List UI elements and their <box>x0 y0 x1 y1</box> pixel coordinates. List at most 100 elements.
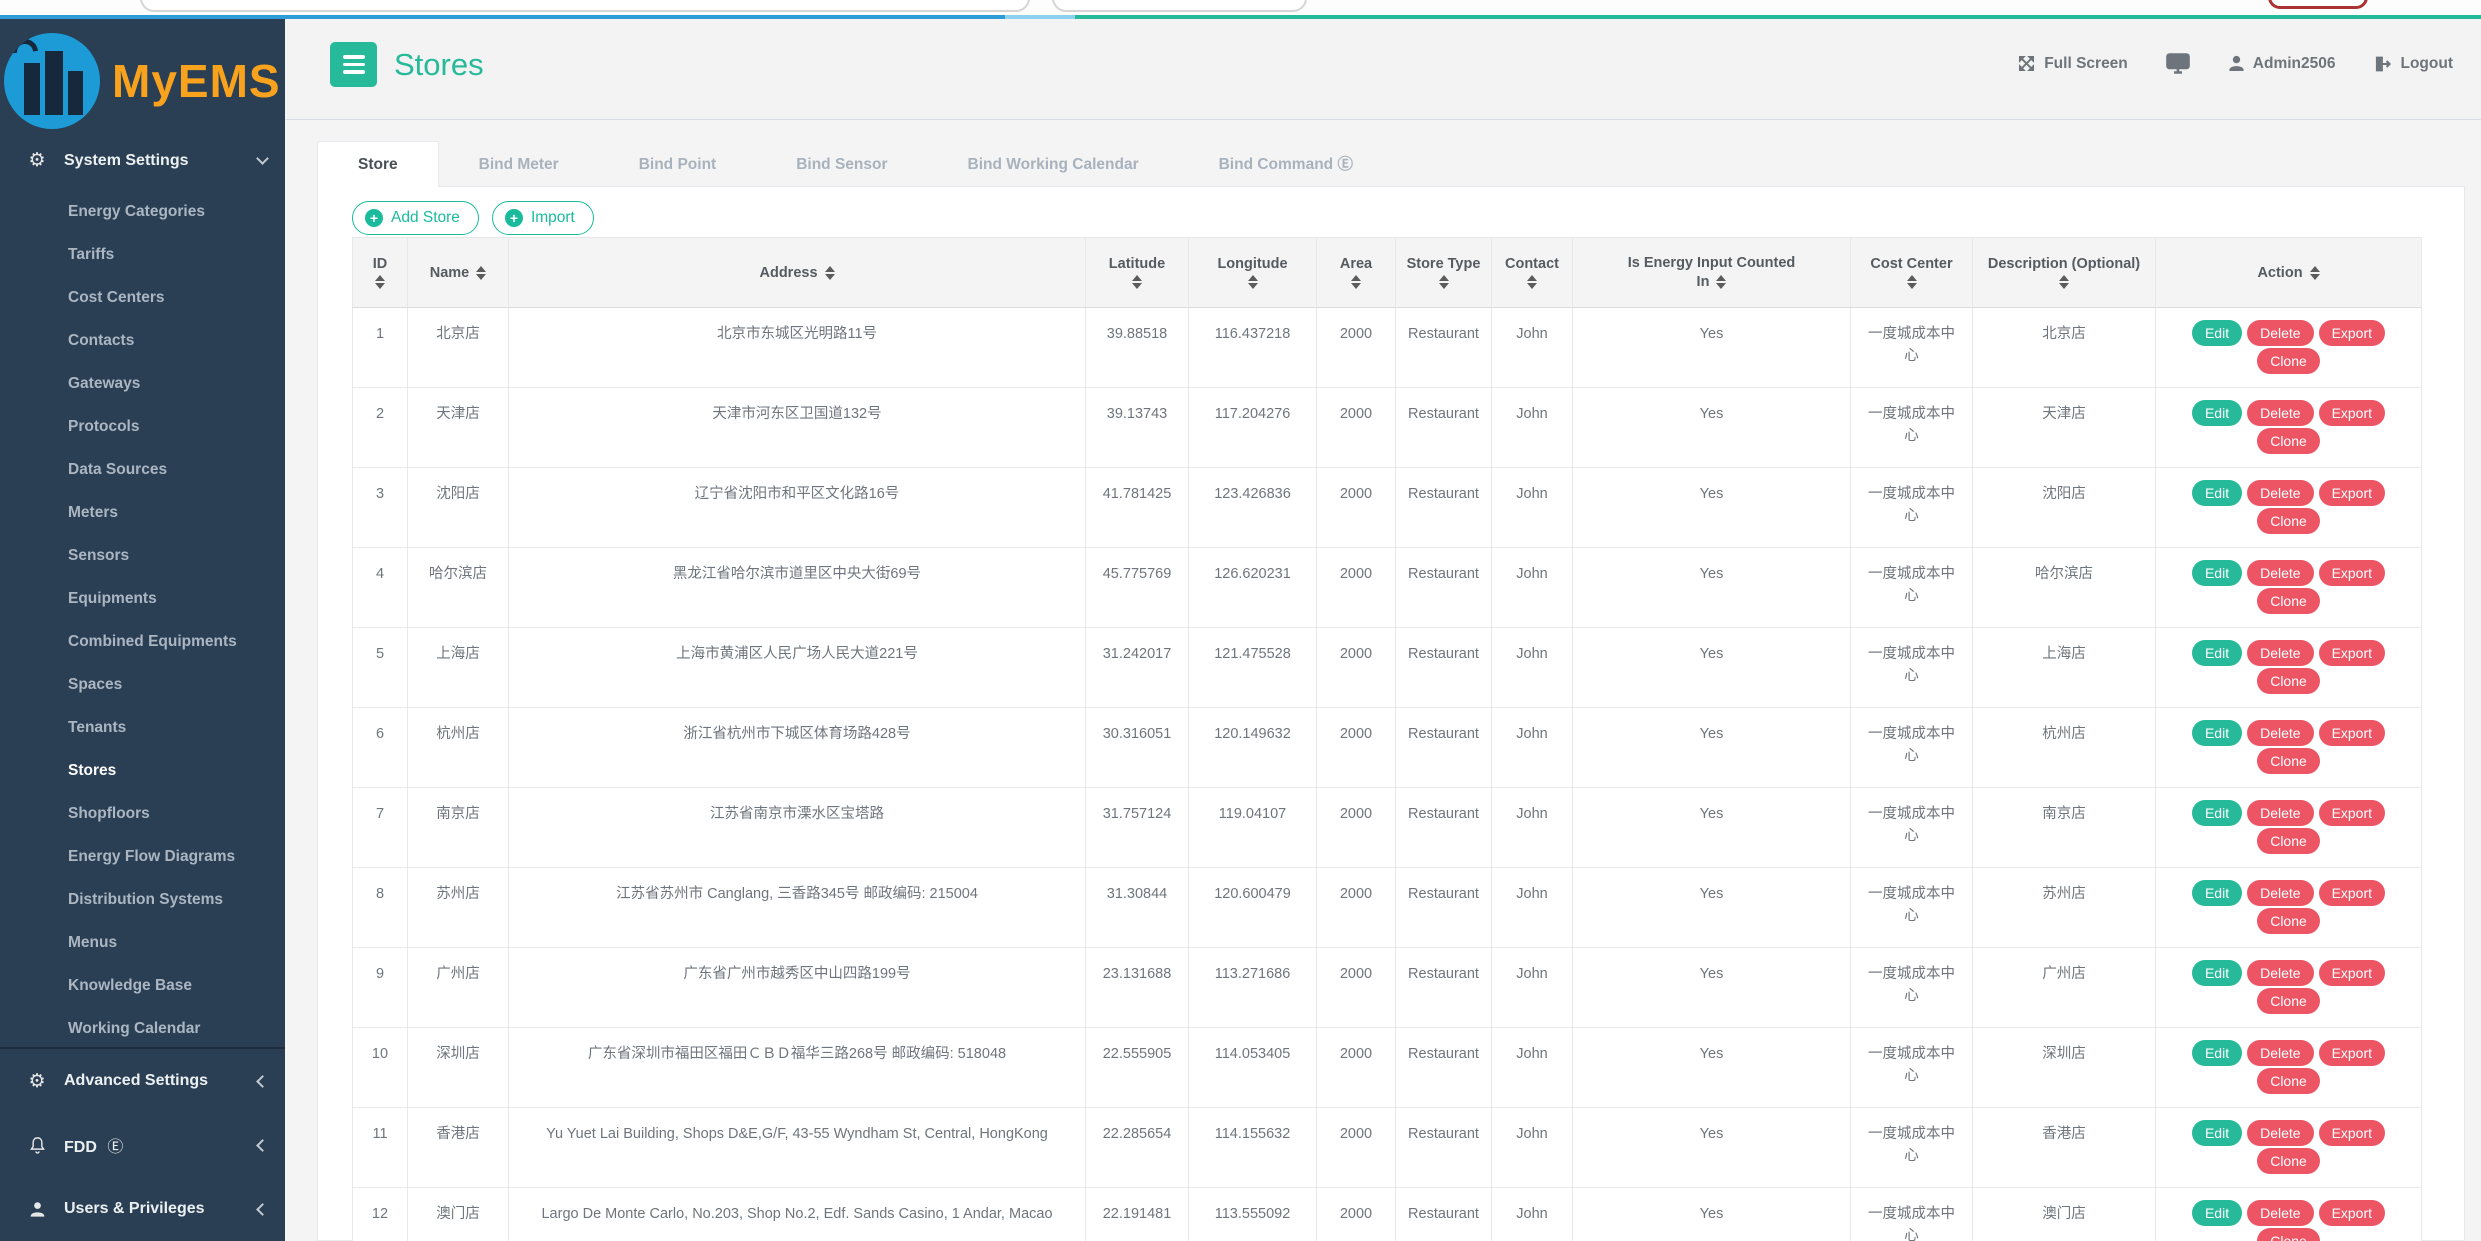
edit-button[interactable]: Edit <box>2192 480 2242 506</box>
delete-button[interactable]: Delete <box>2247 480 2313 506</box>
clone-button[interactable]: Clone <box>2257 1148 2320 1174</box>
sidebar-item-energy-categories[interactable]: Energy Categories <box>0 190 285 233</box>
cell-description: 沈阳店 <box>1973 468 2156 548</box>
edit-button[interactable]: Edit <box>2192 1200 2242 1226</box>
export-button[interactable]: Export <box>2319 1040 2385 1066</box>
edit-button[interactable]: Edit <box>2192 320 2242 346</box>
clone-button[interactable]: Clone <box>2257 1228 2320 1241</box>
edit-button[interactable]: Edit <box>2192 720 2242 746</box>
delete-button[interactable]: Delete <box>2247 1200 2313 1226</box>
edit-button[interactable]: Edit <box>2192 1120 2242 1146</box>
clone-button[interactable]: Clone <box>2257 828 2320 854</box>
column-header-cost_center[interactable]: Cost Center <box>1851 238 1973 308</box>
sidebar-item-stores[interactable]: Stores <box>0 749 285 792</box>
column-header-store_type[interactable]: Store Type <box>1396 238 1492 308</box>
column-header-id[interactable]: ID <box>353 238 408 308</box>
full-screen-button[interactable]: Full Screen <box>2017 54 2128 73</box>
sidebar-item-menus[interactable]: Menus <box>0 921 285 964</box>
edit-button[interactable]: Edit <box>2192 1040 2242 1066</box>
column-header-action[interactable]: Action <box>2156 238 2422 308</box>
export-button[interactable]: Export <box>2319 800 2385 826</box>
sidebar-item-protocols[interactable]: Protocols <box>0 405 285 448</box>
app-logo[interactable]: MyEMS <box>0 19 285 139</box>
tab-bind-sensor[interactable]: Bind Sensor <box>756 142 927 187</box>
tab-store[interactable]: Store <box>317 141 439 187</box>
sidebar-item-working-calendar[interactable]: Working Calendar <box>0 1007 285 1050</box>
clone-button[interactable]: Clone <box>2257 668 2320 694</box>
sidebar-item-contacts[interactable]: Contacts <box>0 319 285 362</box>
column-header-longitude[interactable]: Longitude <box>1189 238 1317 308</box>
sidebar-item-shopfloors[interactable]: Shopfloors <box>0 792 285 835</box>
export-button[interactable]: Export <box>2319 1120 2385 1146</box>
clone-button[interactable]: Clone <box>2257 588 2320 614</box>
sidebar-section-system-settings[interactable]: ⚙ System Settings <box>0 139 285 182</box>
clone-button[interactable]: Clone <box>2257 348 2320 374</box>
edit-button[interactable]: Edit <box>2192 400 2242 426</box>
edit-button[interactable]: Edit <box>2192 880 2242 906</box>
column-header-area[interactable]: Area <box>1317 238 1396 308</box>
delete-button[interactable]: Delete <box>2247 320 2313 346</box>
sidebar-item-equipments[interactable]: Equipments <box>0 577 285 620</box>
sort-icon <box>1248 275 1258 289</box>
delete-button[interactable]: Delete <box>2247 880 2313 906</box>
column-header-latitude[interactable]: Latitude <box>1086 238 1189 308</box>
add-store-button[interactable]: + Add Store <box>352 201 479 235</box>
sidebar-item-gateways[interactable]: Gateways <box>0 362 285 405</box>
sidebar-item-sensors[interactable]: Sensors <box>0 534 285 577</box>
tab-bind-command[interactable]: Bind Command Ⓔ <box>1179 138 1393 187</box>
delete-button[interactable]: Delete <box>2247 720 2313 746</box>
delete-button[interactable]: Delete <box>2247 800 2313 826</box>
sidebar-section-advanced-settings[interactable]: ⚙Advanced Settings <box>0 1049 285 1113</box>
sidebar-item-cost-centers[interactable]: Cost Centers <box>0 276 285 319</box>
tab-bind-point[interactable]: Bind Point <box>599 142 757 187</box>
delete-button[interactable]: Delete <box>2247 960 2313 986</box>
tab-bind-meter[interactable]: Bind Meter <box>439 142 599 187</box>
export-button[interactable]: Export <box>2319 320 2385 346</box>
column-header-name[interactable]: Name <box>408 238 509 308</box>
edit-button[interactable]: Edit <box>2192 560 2242 586</box>
clone-button[interactable]: Clone <box>2257 748 2320 774</box>
export-button[interactable]: Export <box>2319 960 2385 986</box>
delete-button[interactable]: Delete <box>2247 560 2313 586</box>
user-menu[interactable]: Admin2506 <box>2228 55 2336 73</box>
column-header-counted[interactable]: Is Energy Input CountedIn <box>1573 238 1851 308</box>
sidebar-item-tariffs[interactable]: Tariffs <box>0 233 285 276</box>
toggle-sidebar-button[interactable] <box>330 42 377 87</box>
sidebar-section-users-privileges[interactable]: Users & Privileges <box>0 1177 285 1241</box>
import-button[interactable]: + Import <box>492 201 594 235</box>
logout-button[interactable]: Logout <box>2373 55 2453 73</box>
clone-button[interactable]: Clone <box>2257 508 2320 534</box>
sidebar-item-distribution-systems[interactable]: Distribution Systems <box>0 878 285 921</box>
delete-button[interactable]: Delete <box>2247 400 2313 426</box>
delete-button[interactable]: Delete <box>2247 640 2313 666</box>
clone-button[interactable]: Clone <box>2257 428 2320 454</box>
edit-button[interactable]: Edit <box>2192 960 2242 986</box>
export-button[interactable]: Export <box>2319 640 2385 666</box>
export-button[interactable]: Export <box>2319 400 2385 426</box>
sidebar-item-meters[interactable]: Meters <box>0 491 285 534</box>
clone-button[interactable]: Clone <box>2257 908 2320 934</box>
sidebar-section-fdd[interactable]: FDD Ⓔ <box>0 1113 285 1177</box>
edit-button[interactable]: Edit <box>2192 800 2242 826</box>
delete-button[interactable]: Delete <box>2247 1120 2313 1146</box>
export-button[interactable]: Export <box>2319 480 2385 506</box>
column-header-description[interactable]: Description (Optional) <box>1973 238 2156 308</box>
sidebar-item-tenants[interactable]: Tenants <box>0 706 285 749</box>
sidebar-item-combined-equipments[interactable]: Combined Equipments <box>0 620 285 663</box>
edit-button[interactable]: Edit <box>2192 640 2242 666</box>
delete-button[interactable]: Delete <box>2247 1040 2313 1066</box>
export-button[interactable]: Export <box>2319 880 2385 906</box>
column-header-contact[interactable]: Contact <box>1492 238 1573 308</box>
column-header-address[interactable]: Address <box>509 238 1086 308</box>
sidebar-item-energy-flow-diagrams[interactable]: Energy Flow Diagrams <box>0 835 285 878</box>
export-button[interactable]: Export <box>2319 560 2385 586</box>
sidebar-item-data-sources[interactable]: Data Sources <box>0 448 285 491</box>
clone-button[interactable]: Clone <box>2257 1068 2320 1094</box>
clone-button[interactable]: Clone <box>2257 988 2320 1014</box>
tab-bind-working-calendar[interactable]: Bind Working Calendar <box>928 142 1179 187</box>
export-button[interactable]: Export <box>2319 720 2385 746</box>
monitor-button[interactable] <box>2166 53 2190 74</box>
sidebar-item-spaces[interactable]: Spaces <box>0 663 285 706</box>
sidebar-item-knowledge-base[interactable]: Knowledge Base <box>0 964 285 1007</box>
export-button[interactable]: Export <box>2319 1200 2385 1226</box>
